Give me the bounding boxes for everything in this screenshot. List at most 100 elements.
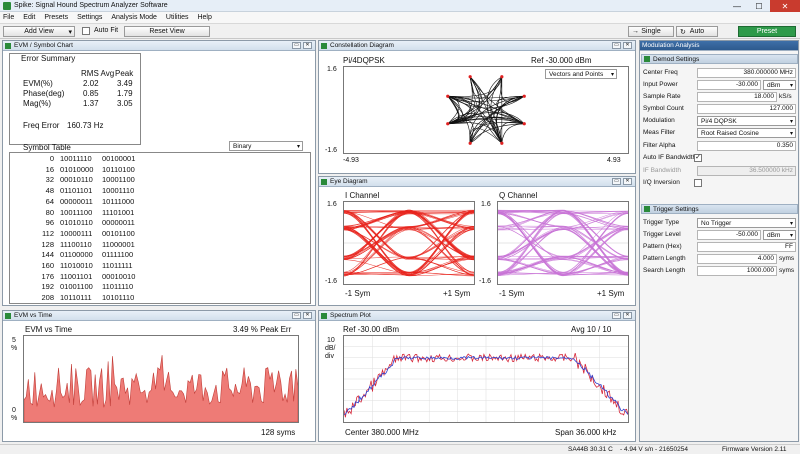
restore-icon[interactable]: ▭ — [612, 42, 621, 49]
trigger-level-unit-select[interactable]: dBm — [763, 230, 796, 240]
meas-filter-row: Meas Filter Root Raised Cosine — [643, 128, 796, 138]
sample-rate-field[interactable]: 18.000 — [697, 92, 777, 102]
pattern-length-unit: syms — [779, 255, 795, 262]
constellation-point — [522, 94, 526, 98]
demod-settings-header[interactable]: Demod Settings — [641, 54, 798, 64]
filter-alpha-field[interactable]: 0.350 — [697, 141, 796, 151]
constellation-panel: Constellation Diagram ▭ ✕ Pi/4DQPSK Ref -3… — [318, 40, 636, 174]
iq-inversion-checkbox[interactable] — [694, 179, 702, 187]
close-icon[interactable]: ✕ — [303, 312, 312, 319]
search-length-field[interactable]: 1000.000 — [697, 266, 777, 276]
eye-trace — [497, 211, 629, 276]
maximize-button[interactable]: ☐ — [748, 0, 770, 12]
evm-row-label: EVM(%) — [23, 79, 53, 88]
close-button[interactable]: ✕ — [770, 0, 800, 12]
symbol-index: 48 — [45, 186, 54, 196]
menu-analysis-mode[interactable]: Analysis Mode — [111, 14, 157, 21]
restore-icon[interactable]: ▭ — [292, 42, 301, 49]
preset-button[interactable]: Preset — [738, 26, 796, 37]
if-bandwidth-field[interactable]: 36.500000 kHz — [697, 166, 796, 176]
eye-diagram-header: Eye Diagram ▭ ✕ — [319, 177, 635, 187]
close-icon[interactable]: ✕ — [303, 42, 312, 49]
eye-trace — [343, 227, 475, 275]
symbol-count-field[interactable]: 127.000 — [697, 104, 796, 114]
symbol-bits-a: 01100000 — [60, 250, 93, 260]
menu-edit[interactable]: Edit — [23, 14, 35, 21]
trigger-type-select[interactable]: No Trigger — [697, 218, 796, 228]
rms-avg-header: RMS Avg — [81, 69, 115, 78]
sample-rate-row: Sample Rate 18.000 kS/s — [643, 92, 796, 102]
minimize-button[interactable]: — — [726, 0, 748, 12]
close-icon[interactable]: ✕ — [623, 42, 632, 49]
constellation-point — [468, 141, 472, 145]
symbol-bits-b: 10110100 — [102, 164, 135, 174]
input-power-field[interactable]: -30.000 — [697, 80, 761, 90]
symbol-bits-b: 11011110 — [102, 282, 134, 292]
symbol-index: 80 — [45, 207, 54, 217]
reset-view-button[interactable]: Reset View — [124, 26, 210, 37]
close-icon[interactable]: ✕ — [623, 312, 632, 319]
pattern-hex-row: Pattern (Hex) FF — [643, 242, 796, 252]
constellation-point — [500, 75, 504, 79]
auto-fit-checkbox[interactable] — [82, 27, 90, 35]
constellation-vector — [500, 121, 525, 144]
filter-alpha-row: Filter Alpha 0.350 — [643, 141, 796, 151]
symbol-bits-b: 00100001 — [102, 154, 136, 163]
symbol-bits-a: 11010010 — [60, 261, 93, 270]
add-view-button[interactable]: Add View ▾ — [3, 26, 75, 37]
modulation-select[interactable]: Pi/4 DQPSK — [697, 116, 796, 126]
auto-button[interactable]: ↻ Auto — [676, 26, 718, 37]
close-icon[interactable]: ✕ — [623, 178, 632, 185]
menu-file[interactable]: File — [3, 14, 14, 21]
device-temperature: 30.31 C — [590, 446, 613, 453]
phase-row-label: Phase(deg) — [23, 89, 65, 98]
panel-icon — [321, 178, 327, 185]
if-bandwidth-row: IF Bandwidth 36.500000 kHz — [643, 166, 796, 176]
pattern-length-field[interactable]: 4.000 — [697, 254, 777, 264]
evm-symbol-panel: EVM / Symbol Chart ▭ ✕ Error Summary RMS A… — [2, 40, 316, 306]
search-length-unit: syms — [779, 267, 795, 274]
trigger-settings-header[interactable]: Trigger Settings — [641, 204, 798, 214]
trigger-level-field[interactable]: -50.000 — [697, 230, 761, 240]
symbol-row: 208 10110111 10101110 — [10, 293, 310, 303]
input-power-unit-select[interactable]: dBm — [763, 80, 796, 90]
symbol-row: 128 11100110 11000001 — [10, 240, 310, 250]
menu-settings[interactable]: Settings — [77, 14, 102, 21]
center-freq-label: Center 380.000 MHz — [345, 428, 419, 437]
pattern-hex-field[interactable]: FF — [697, 242, 796, 252]
symbol-table: 0 10011110 00100001 16 01010000 10110100 32 000… — [9, 152, 311, 304]
restore-icon[interactable]: ▭ — [292, 312, 301, 319]
auto-label: Auto — [689, 28, 705, 35]
symbol-index: 96 — [45, 218, 54, 228]
meas-filter-label: Meas Filter — [643, 129, 676, 136]
eye-diagram-title: Eye Diagram — [330, 178, 368, 185]
modulation-row: Modulation Pi/4 DQPSK — [643, 116, 796, 126]
single-button[interactable]: → Single — [628, 26, 674, 37]
menu-presets[interactable]: Presets — [44, 14, 68, 21]
menu-utilities[interactable]: Utilities — [166, 14, 189, 21]
evm-symbol-title: EVM / Symbol Chart — [14, 42, 73, 49]
auto-if-label: Auto IF Bandwidth — [643, 154, 697, 161]
menu-help[interactable]: Help — [197, 14, 211, 21]
if-bandwidth-label: IF Bandwidth — [643, 167, 681, 174]
eye-trace — [497, 227, 629, 260]
symbol-index: 112 — [42, 228, 54, 238]
auto-if-checkbox[interactable]: ✓ — [694, 154, 702, 162]
i-y-max: 1.6 — [327, 201, 337, 208]
center-freq-row: Center Freq 380.000000 MHz — [643, 68, 796, 78]
evm-time-plot-title: EVM vs Time — [25, 325, 73, 334]
symbol-format-select[interactable]: Binary — [229, 141, 303, 151]
i-x-max: +1 Sym — [443, 289, 471, 298]
toolbar: Add View ▾ Auto Fit Reset View → Single ↻ A… — [0, 24, 800, 39]
center-freq-field[interactable]: 380.000000 MHz — [697, 68, 796, 78]
restore-icon[interactable]: ▭ — [612, 178, 621, 185]
constellation-mode-select[interactable]: Vectors and Points — [545, 69, 617, 79]
i-x-min: -1 Sym — [345, 289, 371, 298]
symbol-index: 144 — [41, 250, 54, 260]
q-x-min: -1 Sym — [499, 289, 525, 298]
span-label: Span 36.000 kHz — [555, 428, 617, 437]
meas-filter-select[interactable]: Root Raised Cosine — [697, 128, 796, 138]
pattern-length-row: Pattern Length 4.000 syms — [643, 254, 796, 264]
restore-icon[interactable]: ▭ — [612, 312, 621, 319]
symbol-bits-a: 01010110 — [60, 218, 93, 228]
